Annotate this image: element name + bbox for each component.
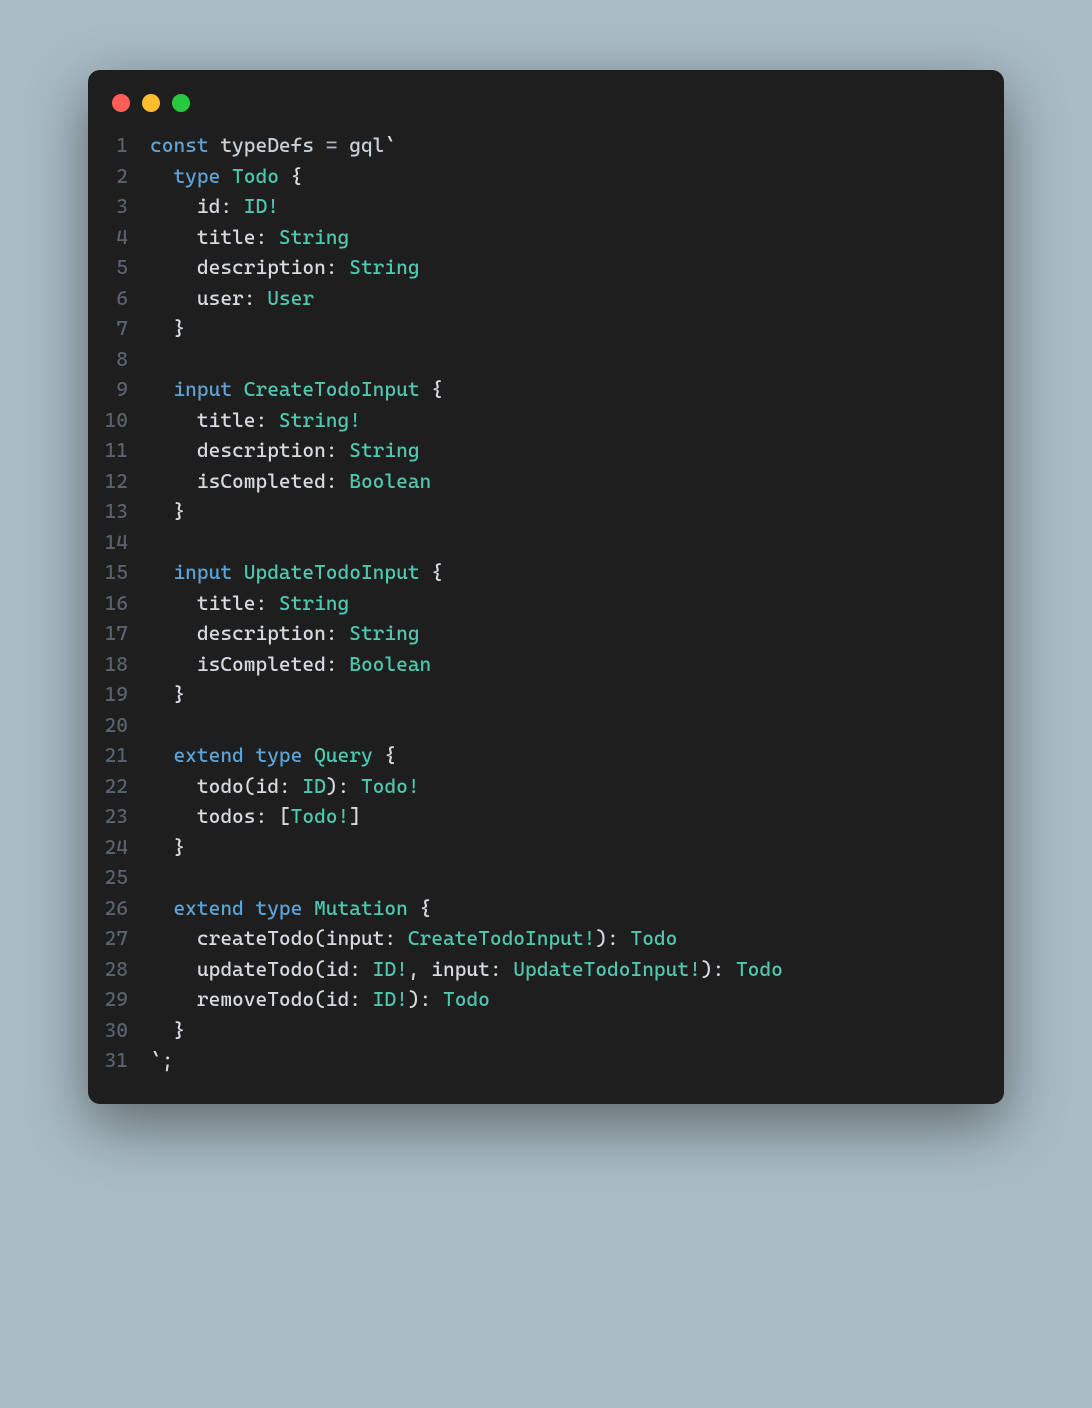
code-line[interactable]: 27 createTodo(input: CreateTodoInput!): …: [88, 923, 1004, 954]
code-content: todo(id: ID): Todo!: [150, 771, 420, 802]
maximize-icon[interactable]: [172, 94, 190, 112]
code-content: removeTodo(id: ID!): Todo: [150, 984, 490, 1015]
code-line[interactable]: 25: [88, 862, 1004, 893]
line-number: 9: [88, 374, 150, 405]
line-number: 3: [88, 191, 150, 222]
line-number: 12: [88, 466, 150, 497]
line-number: 21: [88, 740, 150, 771]
line-number: 1: [88, 130, 150, 161]
line-number: 22: [88, 771, 150, 802]
code-content: }: [150, 313, 185, 344]
line-number: 18: [88, 649, 150, 680]
line-number: 28: [88, 954, 150, 985]
code-content: description: String: [150, 435, 420, 466]
code-line[interactable]: 21 extend type Query {: [88, 740, 1004, 771]
code-line[interactable]: 30 }: [88, 1015, 1004, 1046]
code-content: type Todo {: [150, 161, 302, 192]
code-line[interactable]: 17 description: String: [88, 618, 1004, 649]
line-number: 5: [88, 252, 150, 283]
code-content: title: String!: [150, 405, 361, 436]
code-content: isCompleted: Boolean: [150, 649, 431, 680]
code-line[interactable]: 4 title: String: [88, 222, 1004, 253]
code-line[interactable]: 29 removeTodo(id: ID!): Todo: [88, 984, 1004, 1015]
code-line[interactable]: 24 }: [88, 832, 1004, 863]
line-number: 6: [88, 283, 150, 314]
code-content: id: ID!: [150, 191, 279, 222]
code-line[interactable]: 8: [88, 344, 1004, 375]
line-number: 7: [88, 313, 150, 344]
code-line[interactable]: 7 }: [88, 313, 1004, 344]
code-content: createTodo(input: CreateTodoInput!): Tod…: [150, 923, 677, 954]
line-number: 25: [88, 862, 150, 893]
code-content: description: String: [150, 618, 420, 649]
code-content: }: [150, 496, 185, 527]
line-number: 27: [88, 923, 150, 954]
code-content: todos: [Todo!]: [150, 801, 361, 832]
line-number: 17: [88, 618, 150, 649]
code-content: extend type Mutation {: [150, 893, 431, 924]
code-window: 1const typeDefs = gql`2 type Todo {3 id:…: [88, 70, 1004, 1104]
close-icon[interactable]: [112, 94, 130, 112]
line-number: 19: [88, 679, 150, 710]
code-line[interactable]: 2 type Todo {: [88, 161, 1004, 192]
code-line[interactable]: 18 isCompleted: Boolean: [88, 649, 1004, 680]
code-line[interactable]: 5 description: String: [88, 252, 1004, 283]
code-line[interactable]: 13 }: [88, 496, 1004, 527]
code-line[interactable]: 14: [88, 527, 1004, 558]
window-titlebar: [88, 70, 1004, 122]
code-editor[interactable]: 1const typeDefs = gql`2 type Todo {3 id:…: [88, 122, 1004, 1076]
code-content: description: String: [150, 252, 420, 283]
code-line[interactable]: 16 title: String: [88, 588, 1004, 619]
code-line[interactable]: 3 id: ID!: [88, 191, 1004, 222]
code-content: updateTodo(id: ID!, input: UpdateTodoInp…: [150, 954, 783, 985]
line-number: 30: [88, 1015, 150, 1046]
code-content: }: [150, 832, 185, 863]
line-number: 4: [88, 222, 150, 253]
code-line[interactable]: 1const typeDefs = gql`: [88, 130, 1004, 161]
code-line[interactable]: 31`;: [88, 1045, 1004, 1076]
code-line[interactable]: 6 user: User: [88, 283, 1004, 314]
line-number: 24: [88, 832, 150, 863]
line-number: 15: [88, 557, 150, 588]
code-content: }: [150, 1015, 185, 1046]
line-number: 16: [88, 588, 150, 619]
line-number: 13: [88, 496, 150, 527]
code-line[interactable]: 22 todo(id: ID): Todo!: [88, 771, 1004, 802]
code-line[interactable]: 23 todos: [Todo!]: [88, 801, 1004, 832]
code-content: const typeDefs = gql`: [150, 130, 396, 161]
code-line[interactable]: 26 extend type Mutation {: [88, 893, 1004, 924]
line-number: 8: [88, 344, 150, 375]
code-line[interactable]: 12 isCompleted: Boolean: [88, 466, 1004, 497]
code-line[interactable]: 15 input UpdateTodoInput {: [88, 557, 1004, 588]
line-number: 20: [88, 710, 150, 741]
line-number: 23: [88, 801, 150, 832]
line-number: 14: [88, 527, 150, 558]
code-content: input CreateTodoInput {: [150, 374, 443, 405]
minimize-icon[interactable]: [142, 94, 160, 112]
code-content: input UpdateTodoInput {: [150, 557, 443, 588]
code-line[interactable]: 9 input CreateTodoInput {: [88, 374, 1004, 405]
line-number: 2: [88, 161, 150, 192]
code-content: user: User: [150, 283, 314, 314]
code-line[interactable]: 19 }: [88, 679, 1004, 710]
line-number: 31: [88, 1045, 150, 1076]
code-content: title: String: [150, 588, 349, 619]
code-content: `;: [150, 1045, 173, 1076]
line-number: 29: [88, 984, 150, 1015]
code-line[interactable]: 10 title: String!: [88, 405, 1004, 436]
code-content: isCompleted: Boolean: [150, 466, 431, 497]
code-line[interactable]: 11 description: String: [88, 435, 1004, 466]
code-content: }: [150, 679, 185, 710]
line-number: 11: [88, 435, 150, 466]
line-number: 26: [88, 893, 150, 924]
code-content: title: String: [150, 222, 349, 253]
line-number: 10: [88, 405, 150, 436]
code-line[interactable]: 28 updateTodo(id: ID!, input: UpdateTodo…: [88, 954, 1004, 985]
code-content: extend type Query {: [150, 740, 396, 771]
code-line[interactable]: 20: [88, 710, 1004, 741]
